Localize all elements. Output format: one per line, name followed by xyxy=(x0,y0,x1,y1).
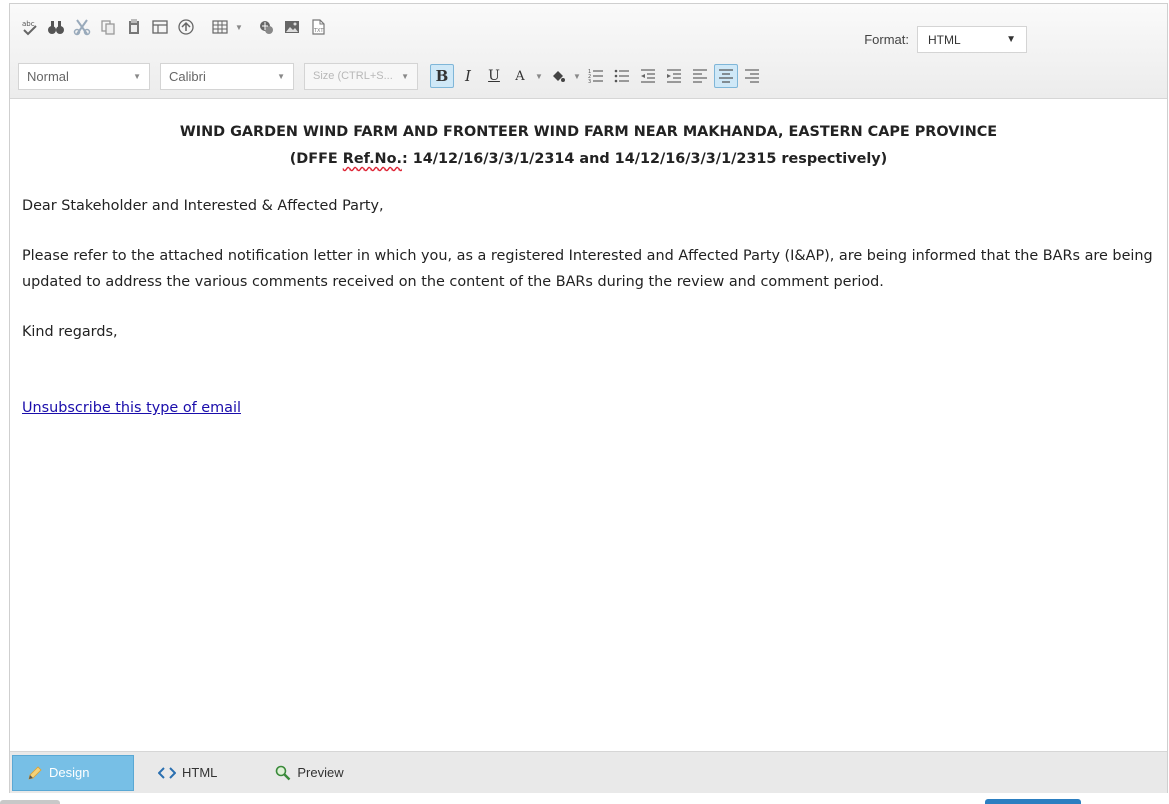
table-dropdown-arrow[interactable]: ▼ xyxy=(234,15,244,39)
font-size-dropdown[interactable]: Size (CTRL+S... ▼ xyxy=(304,62,418,90)
outdent-icon xyxy=(641,69,655,83)
align-right-button[interactable] xyxy=(740,64,764,88)
align-right-icon xyxy=(745,69,759,83)
underline-icon: U xyxy=(488,68,500,84)
tab-preview[interactable]: Preview xyxy=(261,755,357,791)
toolbar-row-2: Normal ▼ Calibri ▼ Size (CTRL+S... ▼ B I… xyxy=(18,61,764,91)
insert-table-button[interactable] xyxy=(148,15,172,39)
tab-design-label: Design xyxy=(49,765,90,780)
editor-content[interactable]: WIND GARDEN WIND FARM AND FRONTEER WIND … xyxy=(10,99,1167,751)
font-size-value: Size (CTRL+S... xyxy=(313,70,393,82)
chevron-down-icon: ▼ xyxy=(277,71,285,81)
table-icon xyxy=(212,20,228,34)
heading-ref-numbers: : 14/12/16/3/3/1/2314 and 14/12/16/3/3/1… xyxy=(401,151,888,167)
page-button-edge-left xyxy=(0,800,60,804)
unsubscribe-link[interactable]: Unsubscribe this type of email xyxy=(22,400,241,416)
indent-button[interactable] xyxy=(662,64,686,88)
indent-icon xyxy=(667,69,681,83)
insert-image-button[interactable] xyxy=(280,15,304,39)
highlight-color-button[interactable] xyxy=(546,64,570,88)
form-icon xyxy=(152,20,168,34)
align-center-button[interactable] xyxy=(714,64,738,88)
insert-link-button[interactable] xyxy=(254,15,278,39)
bold-button[interactable]: B xyxy=(430,64,454,88)
spellcheck-icon: abc xyxy=(22,20,37,36)
clipboard-icon xyxy=(129,19,139,34)
outdent-button[interactable] xyxy=(636,64,660,88)
editor-mode-bar: Design HTML Preview xyxy=(10,751,1167,793)
underline-button[interactable]: U xyxy=(482,64,506,88)
font-color-dropdown-arrow[interactable]: ▼ xyxy=(534,64,544,88)
globe-link-icon xyxy=(260,21,273,34)
paragraph-style-dropdown[interactable]: Normal ▼ xyxy=(18,62,150,90)
paragraph-style-value: Normal xyxy=(27,68,69,84)
scissors-icon xyxy=(73,19,91,36)
document-icon: TXT xyxy=(312,19,325,35)
heading-ref-prefix: (DFFE xyxy=(289,151,343,167)
insert-document-button[interactable]: TXT xyxy=(306,15,330,39)
svg-text:abc: abc xyxy=(22,20,35,28)
greeting-text: Dear Stakeholder and Interested & Affect… xyxy=(22,198,384,214)
spellcheck-button[interactable]: abc xyxy=(18,15,42,39)
pencil-icon xyxy=(27,765,43,781)
bold-icon: B xyxy=(435,67,449,85)
font-color-icon: A xyxy=(515,68,525,84)
unordered-list-button[interactable] xyxy=(610,64,634,88)
chevron-down-icon: ▼ xyxy=(401,71,409,81)
copy-button[interactable] xyxy=(96,15,120,39)
heading-ref-label: Ref.No. xyxy=(342,151,402,167)
svg-text:3: 3 xyxy=(588,79,591,85)
tab-design[interactable]: Design xyxy=(12,754,134,791)
bullet-list-icon xyxy=(614,69,629,83)
align-center-icon xyxy=(719,69,733,83)
heading-line-2: (DFFE Ref.No.: 14/12/16/3/3/1/2314 and 1… xyxy=(22,146,1155,173)
paint-bucket-icon xyxy=(553,71,565,82)
chevron-down-icon: ▼ xyxy=(1006,34,1016,45)
italic-button[interactable]: I xyxy=(456,64,480,88)
copy-icon xyxy=(101,20,115,35)
page-button-edge-right xyxy=(985,799,1081,804)
italic-icon: I xyxy=(465,67,471,85)
font-name-value: Calibri xyxy=(169,68,206,84)
align-left-icon xyxy=(693,69,707,83)
body-paragraph: Please refer to the attached notificatio… xyxy=(22,248,1153,290)
toolbar-row-1: abc ▼ TXT xyxy=(18,12,330,42)
format-selector: Format: HTML ▼ xyxy=(864,26,1027,53)
upload-icon xyxy=(178,19,194,35)
rich-text-editor: abc ▼ TXT Format: HTML ▼ Normal ▼ Calibr… xyxy=(9,3,1168,793)
cut-button[interactable] xyxy=(70,15,94,39)
tab-preview-label: Preview xyxy=(297,765,344,780)
binoculars-icon xyxy=(48,21,64,34)
find-button[interactable] xyxy=(44,15,68,39)
ordered-list-icon: 123 xyxy=(588,69,603,85)
highlight-color-dropdown-arrow[interactable]: ▼ xyxy=(572,64,582,88)
font-name-dropdown[interactable]: Calibri ▼ xyxy=(160,62,294,90)
format-dropdown[interactable]: HTML ▼ xyxy=(917,26,1027,53)
heading-line-1: WIND GARDEN WIND FARM AND FRONTEER WIND … xyxy=(179,124,998,140)
closing-text: Kind regards, xyxy=(22,324,118,340)
align-left-button[interactable] xyxy=(688,64,712,88)
editor-toolbar: abc ▼ TXT Format: HTML ▼ Normal ▼ Calibr… xyxy=(10,4,1167,99)
format-label: Format: xyxy=(864,32,909,47)
font-color-button[interactable]: A xyxy=(508,64,532,88)
tab-html-label: HTML xyxy=(182,765,218,780)
svg-text:TXT: TXT xyxy=(313,28,324,34)
magnifier-icon xyxy=(275,765,291,781)
insert-symbol-button[interactable] xyxy=(174,15,198,39)
paste-button[interactable] xyxy=(122,15,146,39)
ordered-list-button[interactable]: 123 xyxy=(584,64,608,88)
tab-html[interactable]: HTML xyxy=(144,755,231,791)
format-value: HTML xyxy=(928,32,961,47)
table-button[interactable] xyxy=(208,15,232,39)
code-icon xyxy=(158,766,176,780)
image-icon xyxy=(285,21,299,33)
chevron-down-icon: ▼ xyxy=(133,71,141,81)
